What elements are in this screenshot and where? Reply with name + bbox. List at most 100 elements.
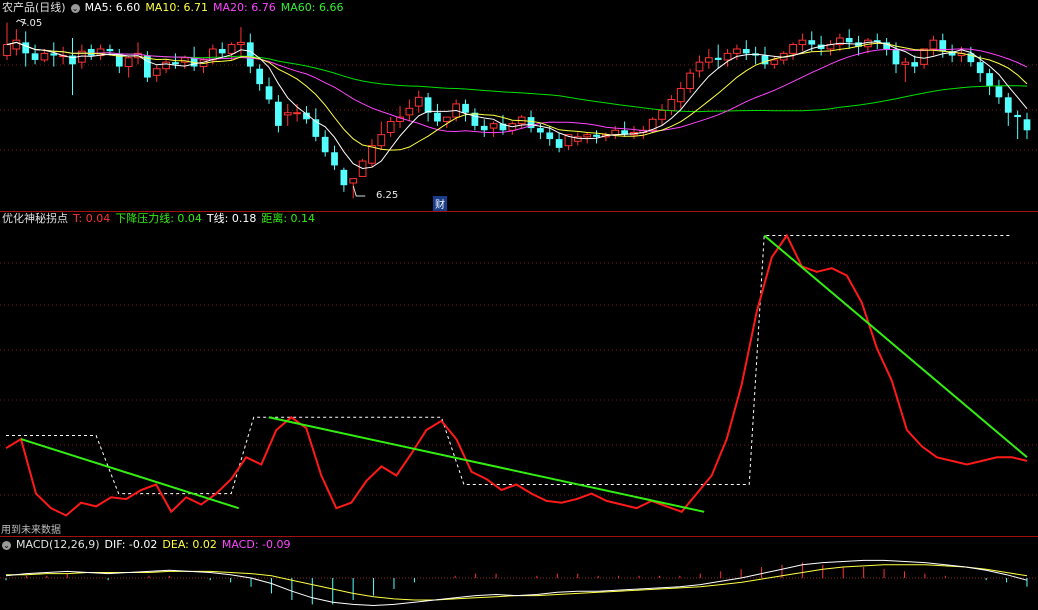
- t-curve-line: [5, 233, 1028, 517]
- candle-body-down: [87, 48, 95, 56]
- candle-body-up: [377, 134, 386, 147]
- candle-body-up: [920, 48, 928, 65]
- price-panel-header: 农产品(日线) ⌄ MA5: 6.60 MA10: 6.71 MA20: 6.7…: [2, 0, 348, 16]
- candle-body-up: [368, 145, 376, 164]
- indicator-name-label: 优化神秘拐点: [2, 212, 68, 225]
- chevron-down-icon[interactable]: ⌄: [2, 540, 11, 550]
- candle-body-up: [349, 178, 358, 184]
- low-price-label: 6.25: [376, 190, 399, 201]
- pressure-trend-line: [763, 234, 1028, 459]
- candle-body-down: [106, 48, 114, 52]
- candle-body-up: [723, 52, 732, 61]
- candle-body-down: [424, 97, 432, 113]
- candle-body-down: [911, 62, 919, 67]
- candle-body-down: [1004, 97, 1012, 113]
- candle-body-up: [414, 96, 423, 107]
- t-value-label: T: 0.04: [73, 212, 111, 225]
- chevron-down-icon[interactable]: ⌄: [70, 3, 80, 13]
- candle-body-down: [471, 112, 479, 126]
- reference-step-line: [6, 235, 1012, 495]
- candle-body-up: [611, 129, 620, 136]
- candle-body-down: [986, 73, 993, 87]
- candle-body-up: [658, 110, 666, 120]
- candle-body-up: [686, 72, 694, 90]
- candle-body-down: [275, 101, 282, 126]
- candle-body-up: [293, 112, 301, 115]
- candle-body-down: [537, 128, 544, 133]
- candle-body-up: [770, 59, 779, 65]
- candle-body-up: [901, 61, 910, 65]
- ma20-line: [6, 41, 1028, 134]
- candle-body-down: [340, 169, 348, 186]
- candle-body-down: [742, 48, 750, 54]
- candle-body-down: [265, 86, 273, 100]
- candle-body-up: [929, 39, 938, 50]
- candle-body-down: [331, 152, 338, 166]
- candle-body-up: [237, 41, 245, 46]
- ma20-label: MA20: 6.76: [213, 1, 276, 14]
- candle-body-up: [489, 123, 498, 129]
- candle-body-down: [845, 37, 853, 43]
- indicator-panel-header: 优化神秘拐点 T: 0.04 下降压力线: 0.04 T线: 0.18 距离: …: [2, 211, 320, 227]
- distance-label: 距离: 0.14: [261, 212, 316, 225]
- candle-body-up: [864, 39, 872, 48]
- dea-line: [6, 564, 1028, 601]
- ma5-label: MA5: 6.60: [84, 1, 141, 14]
- dif-line: [5, 559, 1028, 607]
- macd-value-label: MACD: -0.09: [221, 538, 291, 551]
- candle-body-up: [695, 61, 704, 72]
- candle-body-up: [209, 48, 217, 61]
- candle-body-up: [12, 39, 21, 50]
- candle-body-down: [246, 42, 254, 67]
- dea-label: DEA: 0.02: [162, 538, 217, 551]
- candle-body-down: [434, 112, 441, 122]
- t-line-label: T线: 0.18: [206, 212, 257, 225]
- candle-body-down: [808, 40, 816, 45]
- pressure-trend-line: [268, 416, 705, 513]
- high-price-label: 7.05: [20, 18, 43, 29]
- candle-body-down: [1014, 114, 1022, 118]
- candle-body-down: [976, 62, 984, 74]
- candle-body-down: [593, 134, 600, 137]
- candle-body-up: [405, 107, 414, 116]
- ma10-line: [6, 41, 1028, 151]
- finance-badge[interactable]: 财: [433, 196, 447, 211]
- candle-body-up: [283, 112, 292, 116]
- stock-chart-canvas[interactable]: [0, 0, 1038, 610]
- candle-body-down: [22, 42, 30, 54]
- candle-body-down: [172, 62, 179, 65]
- candle-body-up: [733, 48, 741, 54]
- dif-label: DIF: -0.02: [104, 538, 158, 551]
- candle-body-down: [480, 125, 488, 131]
- future-data-note: 用到未来数据: [1, 525, 61, 536]
- macd-panel-header: ⌄ MACD(12,26,9) DIF: -0.02 DEA: 0.02 MAC…: [2, 537, 296, 553]
- candle-body-down: [321, 136, 329, 153]
- candle-body-up: [386, 120, 395, 133]
- pressure-line-label: 下降压力线: 0.04: [115, 212, 202, 225]
- candle-body-up: [152, 68, 161, 76]
- candle-body-down: [892, 48, 900, 65]
- candle-body-up: [124, 57, 133, 68]
- candle-body-down: [1023, 119, 1031, 131]
- stock-name-label: 农产品(日线): [2, 1, 66, 14]
- candle-body-up: [789, 44, 797, 54]
- candle-body-up: [227, 44, 236, 54]
- candle-body-down: [256, 68, 264, 85]
- candle-body-up: [162, 61, 170, 70]
- candle-body-down: [555, 139, 563, 148]
- candle-body-up: [442, 116, 451, 122]
- ma60-line: [6, 41, 1028, 113]
- macd-name-label: MACD(12,26,9): [16, 538, 100, 551]
- candle-body-down: [462, 103, 469, 113]
- candle-body-up: [676, 88, 685, 103]
- low-marker-arrow: [352, 185, 366, 197]
- ma10-label: MA10: 6.71: [145, 1, 209, 14]
- candle-body-up: [583, 134, 592, 138]
- candle-body-down: [995, 86, 1003, 98]
- candle-body-down: [546, 132, 554, 140]
- candle-body-up: [704, 57, 713, 63]
- candle-body-down: [714, 57, 722, 60]
- candle-body-up: [667, 99, 676, 111]
- candle-body-up: [40, 52, 49, 61]
- candle-body-up: [798, 39, 807, 46]
